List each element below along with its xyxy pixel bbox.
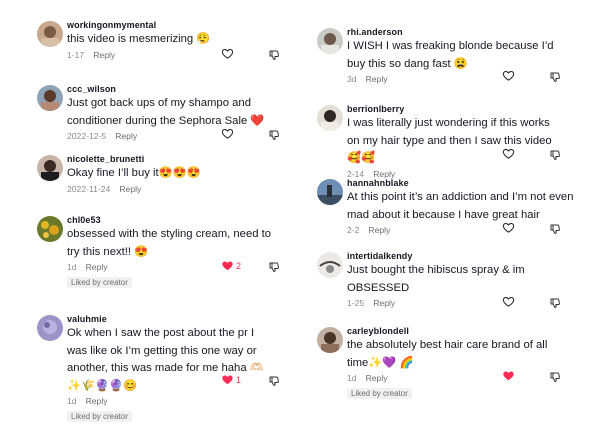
- like-button[interactable]: [221, 127, 234, 140]
- liked-by-creator-badge: Liked by creator: [67, 411, 132, 422]
- comment-text: I was literally just wondering if this w…: [347, 117, 552, 164]
- comment-text: the absolutely best hair care brand of a…: [347, 339, 548, 369]
- comment-text: obsessed with the styling cream, need to…: [67, 228, 272, 258]
- heart-outline-icon: [502, 69, 515, 82]
- like-count: 1: [236, 374, 242, 385]
- heart-outline-icon: [502, 295, 515, 308]
- thumbs-down-icon: [549, 71, 561, 83]
- dislike-button[interactable]: [549, 70, 561, 88]
- thumbs-down-icon: [268, 375, 280, 387]
- avatar[interactable]: [37, 85, 63, 111]
- like-button[interactable]: [502, 221, 515, 234]
- heart-outline-icon: [502, 221, 515, 234]
- heart-filled-icon: [221, 373, 234, 386]
- comment-meta: 1d Reply: [67, 396, 267, 406]
- comment-meta: 2022-12-5 Reply: [67, 131, 282, 141]
- comment-date: 2-14: [347, 168, 365, 179]
- reply-button[interactable]: Reply: [373, 298, 395, 308]
- dislike-button[interactable]: [549, 370, 561, 388]
- comment-username[interactable]: hannahnblake: [347, 178, 577, 188]
- heart-outline-icon: [221, 127, 234, 140]
- reply-button[interactable]: Reply: [115, 131, 137, 141]
- comment-date: 2-2: [347, 225, 360, 235]
- dislike-button[interactable]: [268, 48, 280, 66]
- thumbs-down-icon: [549, 371, 561, 383]
- heart-filled-icon: [221, 259, 234, 272]
- reply-button[interactable]: Reply: [93, 50, 115, 60]
- comment-username[interactable]: berrionlberry: [347, 104, 562, 114]
- comment-meta: 2-14 Reply: [347, 169, 562, 179]
- avatar[interactable]: [317, 252, 343, 278]
- comment-username[interactable]: valuhmie: [67, 314, 267, 324]
- avatar[interactable]: [317, 327, 343, 353]
- comment-meta: 1d Reply: [67, 262, 282, 272]
- thumbs-down-icon: [549, 149, 561, 161]
- comment-date: 2022-12-5: [67, 131, 107, 141]
- thumbs-down-icon: [268, 261, 280, 273]
- comment-date: 1d: [67, 262, 77, 272]
- comment-username[interactable]: nicolette_brunetti: [67, 154, 257, 164]
- comment-meta: 3d Reply: [347, 74, 569, 84]
- comment-meta: 2-2 Reply: [347, 225, 577, 235]
- comment-username[interactable]: rhi.anderson: [347, 27, 569, 37]
- like-button[interactable]: 2: [221, 259, 241, 272]
- avatar[interactable]: [37, 315, 63, 341]
- avatar[interactable]: [317, 28, 343, 54]
- reply-button[interactable]: Reply: [366, 74, 388, 84]
- reply-button[interactable]: Reply: [86, 396, 108, 406]
- reply-button[interactable]: Reply: [366, 373, 388, 383]
- dislike-button[interactable]: [549, 296, 561, 314]
- dislike-button[interactable]: [549, 222, 561, 240]
- avatar[interactable]: [37, 21, 63, 47]
- thumbs-down-icon: [268, 49, 280, 61]
- thumbs-down-icon: [268, 129, 280, 141]
- comment-meta: 2022-11-24 Reply: [67, 184, 257, 194]
- like-button[interactable]: [502, 147, 515, 160]
- comment-meta: 1-25 Reply: [347, 298, 527, 308]
- thumbs-down-icon: [549, 223, 561, 235]
- comment-text: At this point it’s an addiction and I’m …: [347, 191, 574, 221]
- like-button[interactable]: 1: [221, 373, 241, 386]
- heart-outline-icon: [502, 147, 515, 160]
- reply-button[interactable]: Reply: [86, 262, 108, 272]
- comment-username[interactable]: carleyblondell: [347, 326, 569, 336]
- comment-username[interactable]: chl0e53: [67, 215, 282, 225]
- like-button[interactable]: [502, 69, 515, 82]
- like-button[interactable]: [502, 295, 515, 308]
- comment-date: 3d: [347, 74, 357, 84]
- dislike-button[interactable]: [549, 148, 561, 166]
- comment-text: Just got back ups of my shampo and condi…: [67, 97, 265, 127]
- comment-date: 2022-11-24: [67, 183, 111, 194]
- avatar[interactable]: [37, 155, 63, 181]
- reply-button[interactable]: Reply: [368, 225, 390, 235]
- comment-meta: 1d Reply: [347, 373, 569, 383]
- comment-text: I WISH I was freaking blonde because I’d…: [347, 40, 554, 70]
- comment-date: 1d: [67, 396, 77, 406]
- avatar[interactable]: [317, 179, 343, 205]
- comment-date: 1-17: [67, 49, 85, 60]
- liked-by-creator-badge: Liked by creator: [347, 388, 412, 399]
- dislike-button[interactable]: [268, 260, 280, 278]
- like-button[interactable]: [221, 47, 234, 60]
- heart-outline-icon: [221, 47, 234, 60]
- avatar[interactable]: [37, 216, 63, 242]
- dislike-button[interactable]: [268, 374, 280, 392]
- heart-filled-icon: [502, 369, 515, 382]
- liked-by-creator-badge: Liked by creator: [67, 277, 132, 288]
- reply-button[interactable]: Reply: [373, 169, 395, 179]
- comment-date: 1d: [347, 373, 357, 383]
- comment-date: 1-25: [347, 298, 365, 308]
- comment-text: Just bought the hibiscus spray & im OBSE…: [347, 264, 525, 294]
- comment-username[interactable]: intertidalkendy: [347, 251, 527, 261]
- comment-username[interactable]: ccc_wilson: [67, 84, 282, 94]
- reply-button[interactable]: Reply: [119, 184, 141, 194]
- comment-text: this video is mesmerizing 😮‍💨: [67, 33, 211, 45]
- thumbs-down-icon: [549, 297, 561, 309]
- avatar[interactable]: [317, 105, 343, 131]
- like-count: 2: [236, 260, 242, 271]
- like-button[interactable]: [502, 369, 515, 382]
- comment-username[interactable]: workingonmymental: [67, 20, 257, 30]
- comment-text: Okay fine I’ll buy it😍😍😍: [67, 167, 201, 179]
- dislike-button[interactable]: [268, 128, 280, 146]
